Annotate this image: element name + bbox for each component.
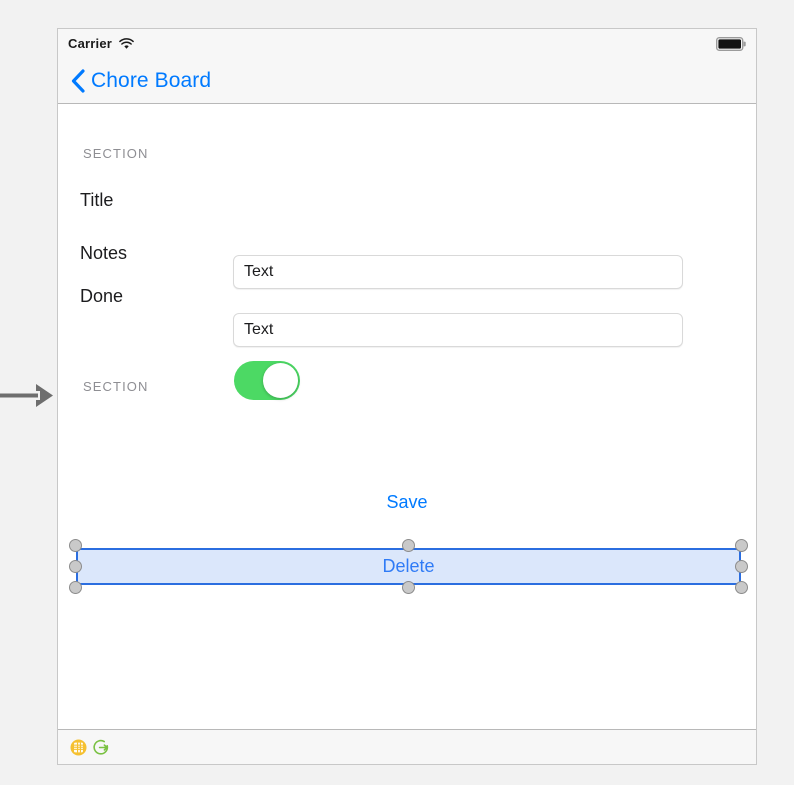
row-label-title: Title <box>80 190 114 210</box>
section-header-2: SECTION <box>83 379 149 394</box>
row-label-notes: Notes <box>80 243 128 263</box>
battery-full-icon <box>716 36 746 51</box>
resize-handle-bottom-center[interactable] <box>402 581 415 594</box>
resize-handle-top-center[interactable] <box>402 539 415 552</box>
done-switch[interactable] <box>234 361 300 400</box>
done-switch-knob <box>263 363 298 398</box>
scene-dock-bar <box>58 729 756 764</box>
resize-handle-bottom-left[interactable] <box>69 581 82 594</box>
resize-handle-middle-right[interactable] <box>735 560 748 573</box>
section-header-1: SECTION <box>83 146 149 161</box>
navigation-bar: Chore Board <box>58 58 756 104</box>
title-text-field[interactable] <box>233 255 683 289</box>
row-label-done: Done <box>80 286 124 306</box>
resize-handle-top-left[interactable] <box>69 539 82 552</box>
delete-button-selection: Delete <box>69 539 748 594</box>
status-bar: Carrier <box>58 29 756 58</box>
resize-handle-bottom-right[interactable] <box>735 581 748 594</box>
interface-builder-canvas[interactable]: Carrier Chore Board SECTION Title Text N… <box>0 0 794 785</box>
notes-text-field[interactable] <box>233 313 683 347</box>
save-button[interactable]: Save <box>58 492 756 513</box>
device-frame: Carrier Chore Board SECTION Title Text N… <box>57 28 757 765</box>
static-table-view: SECTION Title Notes Done SECTION Save <box>58 104 756 762</box>
resize-handle-middle-left[interactable] <box>69 560 82 573</box>
back-button-label: Chore Board <box>91 68 212 92</box>
exit-segue-icon[interactable] <box>93 739 110 756</box>
resize-handle-top-right[interactable] <box>735 539 748 552</box>
carrier-label: Carrier <box>68 36 113 51</box>
initial-view-controller-arrow <box>0 384 53 407</box>
chevron-left-icon <box>71 68 85 93</box>
back-button[interactable]: Chore Board <box>71 69 211 93</box>
delete-button[interactable]: Delete <box>76 548 741 585</box>
table-view-controller-icon[interactable] <box>70 739 87 756</box>
wifi-icon <box>119 37 134 50</box>
